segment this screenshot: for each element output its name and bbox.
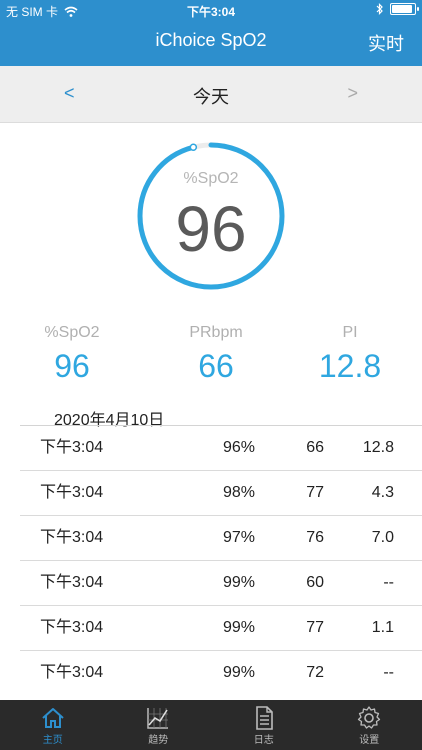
settings-icon <box>358 705 381 729</box>
row-pr: 60 <box>306 574 324 591</box>
table-row[interactable]: 下午3:04 99% 60 -- <box>20 560 422 605</box>
tab-settings-label: 设置 <box>359 734 380 746</box>
gauge-marker <box>189 143 198 151</box>
row-time: 下午3:04 <box>40 484 104 501</box>
row-pi: 4.3 <box>371 484 394 501</box>
table-row[interactable]: 下午3:04 98% 77 4.3 <box>20 470 422 515</box>
status-right <box>376 3 419 15</box>
row-pi: -- <box>383 664 394 681</box>
records-table: 下午3:04 96% 66 12.8 下午3:04 98% 77 4.3 下午3… <box>20 425 422 701</box>
home-icon <box>42 707 64 728</box>
row-pr: 72 <box>306 664 324 681</box>
table-row[interactable]: 下午3:04 96% 66 12.8 <box>20 425 422 470</box>
tab-bar: 主页 趋势 日志 设置 <box>0 700 422 750</box>
log-icon <box>255 705 273 730</box>
realtime-button[interactable]: 实时 <box>368 30 404 56</box>
battery-icon <box>390 3 419 15</box>
tab-settings[interactable]: 设置 <box>317 700 422 750</box>
app-header: 无 SIM 卡 下午3:04 iChoice SpO2 实时 <box>0 0 422 66</box>
row-time: 下午3:04 <box>40 619 104 636</box>
status-time: 下午3:04 <box>186 5 236 19</box>
trend-icon <box>147 707 169 729</box>
gauge-value: 96 <box>175 193 247 265</box>
metric-spo2-label: %SpO2 <box>44 324 100 341</box>
row-pr: 66 <box>306 439 324 456</box>
table-row[interactable]: 下午3:04 99% 72 -- <box>20 650 422 695</box>
row-spo2: 99% <box>222 664 255 681</box>
tab-log[interactable]: 日志 <box>211 700 317 750</box>
row-pi: 12.8 <box>362 439 394 456</box>
row-time: 下午3:04 <box>40 574 104 591</box>
status-bar: 无 SIM 卡 下午3:04 <box>0 0 422 22</box>
metric-pr-label: PRbpm <box>189 324 243 341</box>
app-title: iChoice SpO2 <box>155 30 267 50</box>
tab-log-label: 日志 <box>253 734 274 746</box>
tab-trend[interactable]: 趋势 <box>106 700 212 750</box>
date-navigator: < 今天 > <box>0 66 422 123</box>
row-pr: 77 <box>306 484 324 501</box>
metric-pr-value: 66 <box>198 348 234 384</box>
row-pi: 1.1 <box>371 619 394 636</box>
date-label: 今天 <box>193 87 229 107</box>
table-row[interactable]: 下午3:04 97% 76 7.0 <box>20 515 422 560</box>
row-spo2: 96% <box>222 439 255 456</box>
next-day-button[interactable]: > <box>347 83 358 104</box>
tab-home[interactable]: 主页 <box>0 700 106 750</box>
tab-trend-label: 趋势 <box>148 734 169 746</box>
row-pi: 7.0 <box>371 529 394 546</box>
table-row[interactable]: 下午3:04 99% 77 1.1 <box>20 605 422 650</box>
row-time: 下午3:04 <box>40 664 104 681</box>
gauge-label: %SpO2 <box>183 170 239 187</box>
row-time: 下午3:04 <box>40 439 104 456</box>
row-pr: 77 <box>306 619 324 636</box>
row-pi: -- <box>383 574 394 591</box>
metric-spo2-value: 96 <box>54 348 90 384</box>
tab-home-label: 主页 <box>42 734 63 746</box>
row-pr: 76 <box>306 529 324 546</box>
row-spo2: 98% <box>222 484 255 501</box>
bluetooth-icon <box>376 3 383 15</box>
row-spo2: 99% <box>222 574 255 591</box>
row-spo2: 97% <box>222 529 255 546</box>
row-spo2: 99% <box>222 619 255 636</box>
metric-pi-value: 12.8 <box>318 348 382 384</box>
metric-pi-label: PI <box>342 324 358 341</box>
row-time: 下午3:04 <box>40 529 104 546</box>
